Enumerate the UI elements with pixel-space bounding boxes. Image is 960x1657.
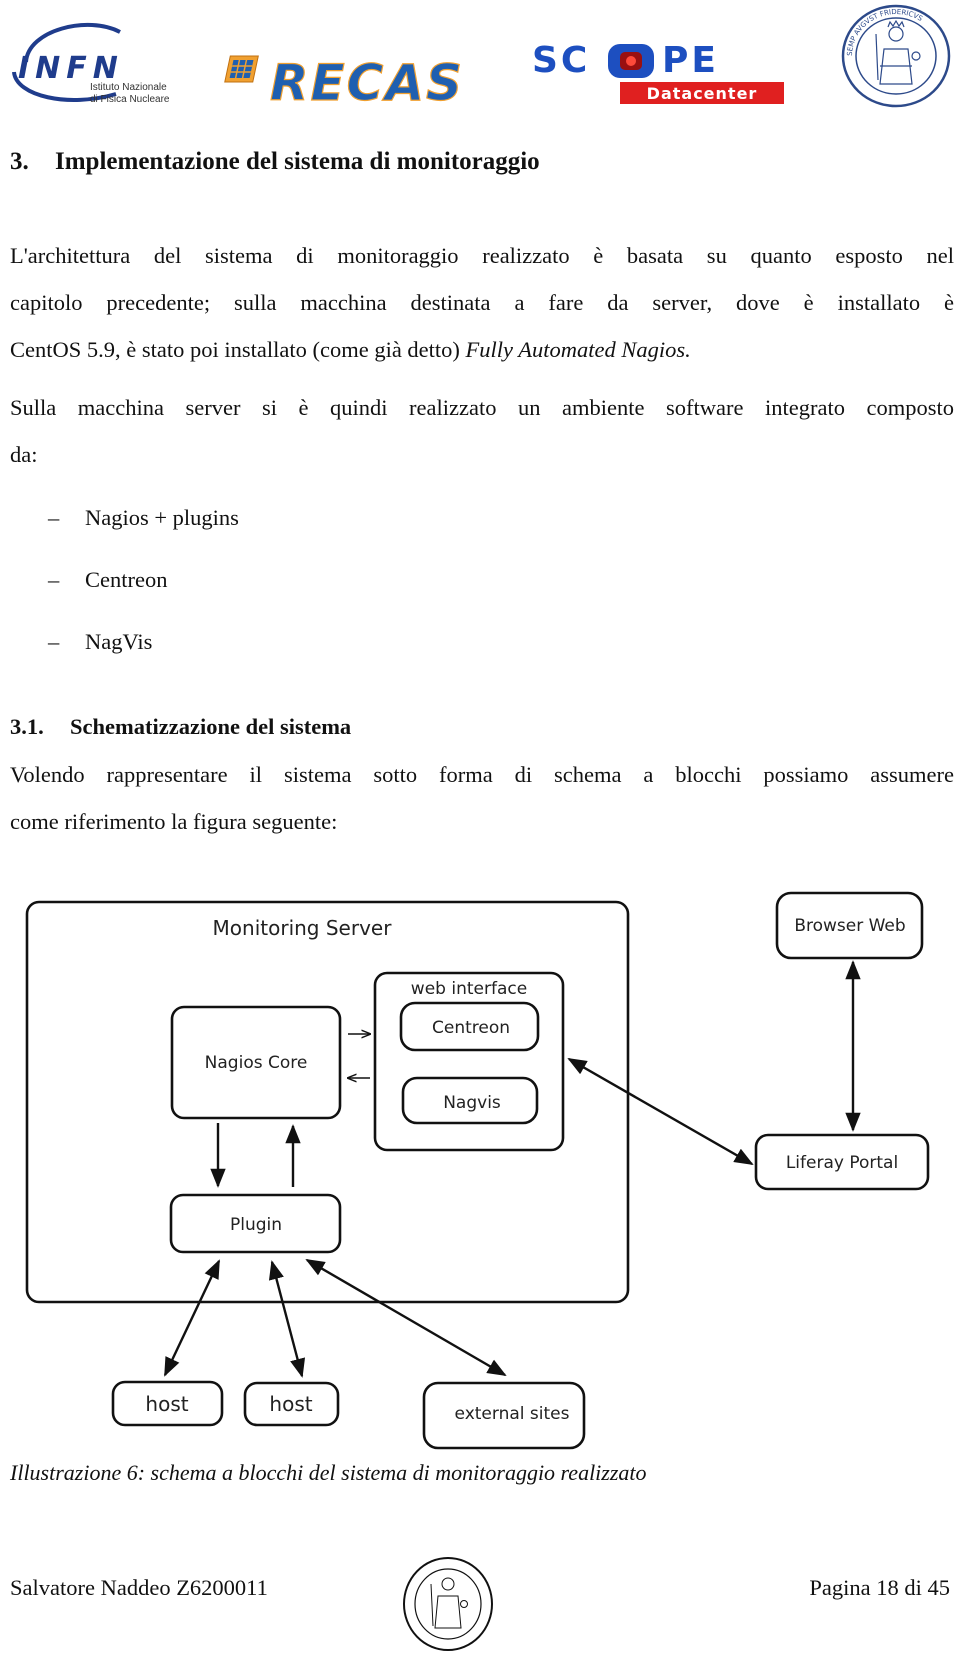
footer-seal-logo: [400, 1556, 496, 1652]
list-item-label: NagVis: [85, 629, 153, 654]
web-interface-label: web interface: [411, 979, 527, 999]
arrow-plugin-host2: [268, 1260, 306, 1378]
block-diagram: Monitoring Server web interface Centreon…: [0, 880, 960, 1460]
infn-line2: di Fisica Nucleare: [90, 94, 170, 105]
fully-automated-nagios-text: Fully Automated Nagios.: [465, 337, 691, 362]
paragraph-line: come riferimento la figura seguente:: [10, 809, 338, 834]
centreon-label: Centreon: [432, 1018, 510, 1038]
nagios-core-label: Nagios Core: [205, 1053, 308, 1073]
paragraph-line: Sulla macchina server si è quindi realiz…: [10, 395, 954, 420]
subsection-heading: 3.1. Schematizzazione del sistema: [10, 714, 351, 740]
footer-author: Salvatore Naddeo Z6200011: [10, 1575, 268, 1600]
host-label-1: host: [145, 1392, 188, 1416]
monitoring-server-label: Monitoring Server: [213, 916, 393, 940]
paragraph-line: L'architettura del sistema di monitoragg…: [10, 243, 954, 268]
nagvis-label: Nagvis: [443, 1093, 501, 1113]
paragraph-text: CentOS 5.9, è stato poi installato (come…: [10, 337, 466, 362]
plugin-label: Plugin: [230, 1215, 282, 1235]
section-heading: 3. Implementazione del sistema di monitor…: [10, 148, 540, 176]
bullet-dash: –: [48, 567, 60, 592]
scope-text-right: PE: [662, 40, 719, 81]
list-item-label: Nagios + plugins: [85, 505, 239, 530]
external-sites-label: external sites: [455, 1404, 570, 1424]
university-seal-logo: SEMP AVGVST FRIDERICVS: [840, 4, 952, 109]
scope-subtitle: Datacenter: [647, 84, 758, 103]
footer-page-number: Pagina 18 di 45: [809, 1575, 950, 1600]
paragraph-software-environment: Sulla macchina server si è quindi realiz…: [10, 384, 954, 478]
scope-logo: SC PE Datacenter: [530, 40, 790, 105]
recas-text: RECAS: [270, 54, 464, 110]
paragraph-architecture: L'architettura del sistema di monitoragg…: [10, 232, 954, 373]
infn-line1: Istituto Nazionale: [90, 82, 167, 93]
paragraph-line: da:: [10, 442, 38, 467]
figure-caption: Illustrazione 6: schema a blocchi del si…: [10, 1460, 647, 1485]
arrow-plugin-host1: [163, 1259, 221, 1377]
section-number: 3.: [10, 148, 29, 175]
subsection-number: 3.1.: [10, 714, 44, 739]
subsection-title: Schematizzazione del sistema: [70, 714, 352, 739]
bullet-dash: –: [48, 505, 60, 530]
host-label-2: host: [269, 1392, 312, 1416]
liferay-portal-label: Liferay Portal: [786, 1153, 898, 1173]
paragraph-line: CentOS 5.9, è stato poi installato (come…: [10, 326, 954, 373]
bullet-dash: –: [48, 629, 60, 654]
paragraph-figure-intro: Volendo rappresentare il sistema sotto f…: [10, 751, 954, 845]
scope-text-left: SC: [532, 40, 590, 81]
browser-web-label: Browser Web: [794, 916, 905, 936]
paragraph-line: Volendo rappresentare il sistema sotto f…: [10, 762, 954, 787]
recas-logo: RECAS: [222, 48, 477, 113]
list-item-label: Centreon: [85, 567, 168, 592]
arrow-webinterface-liferay: [567, 1057, 754, 1166]
paragraph-line: capitolo precedente; sulla macchina dest…: [10, 290, 954, 315]
infn-letters: INFN: [18, 51, 124, 86]
section-title: Implementazione del sistema di monitorag…: [55, 148, 540, 175]
arrow-plugin-external: [305, 1258, 507, 1377]
infn-logo: INFN Istituto Nazionale di Fisica Nuclea…: [8, 10, 183, 105]
